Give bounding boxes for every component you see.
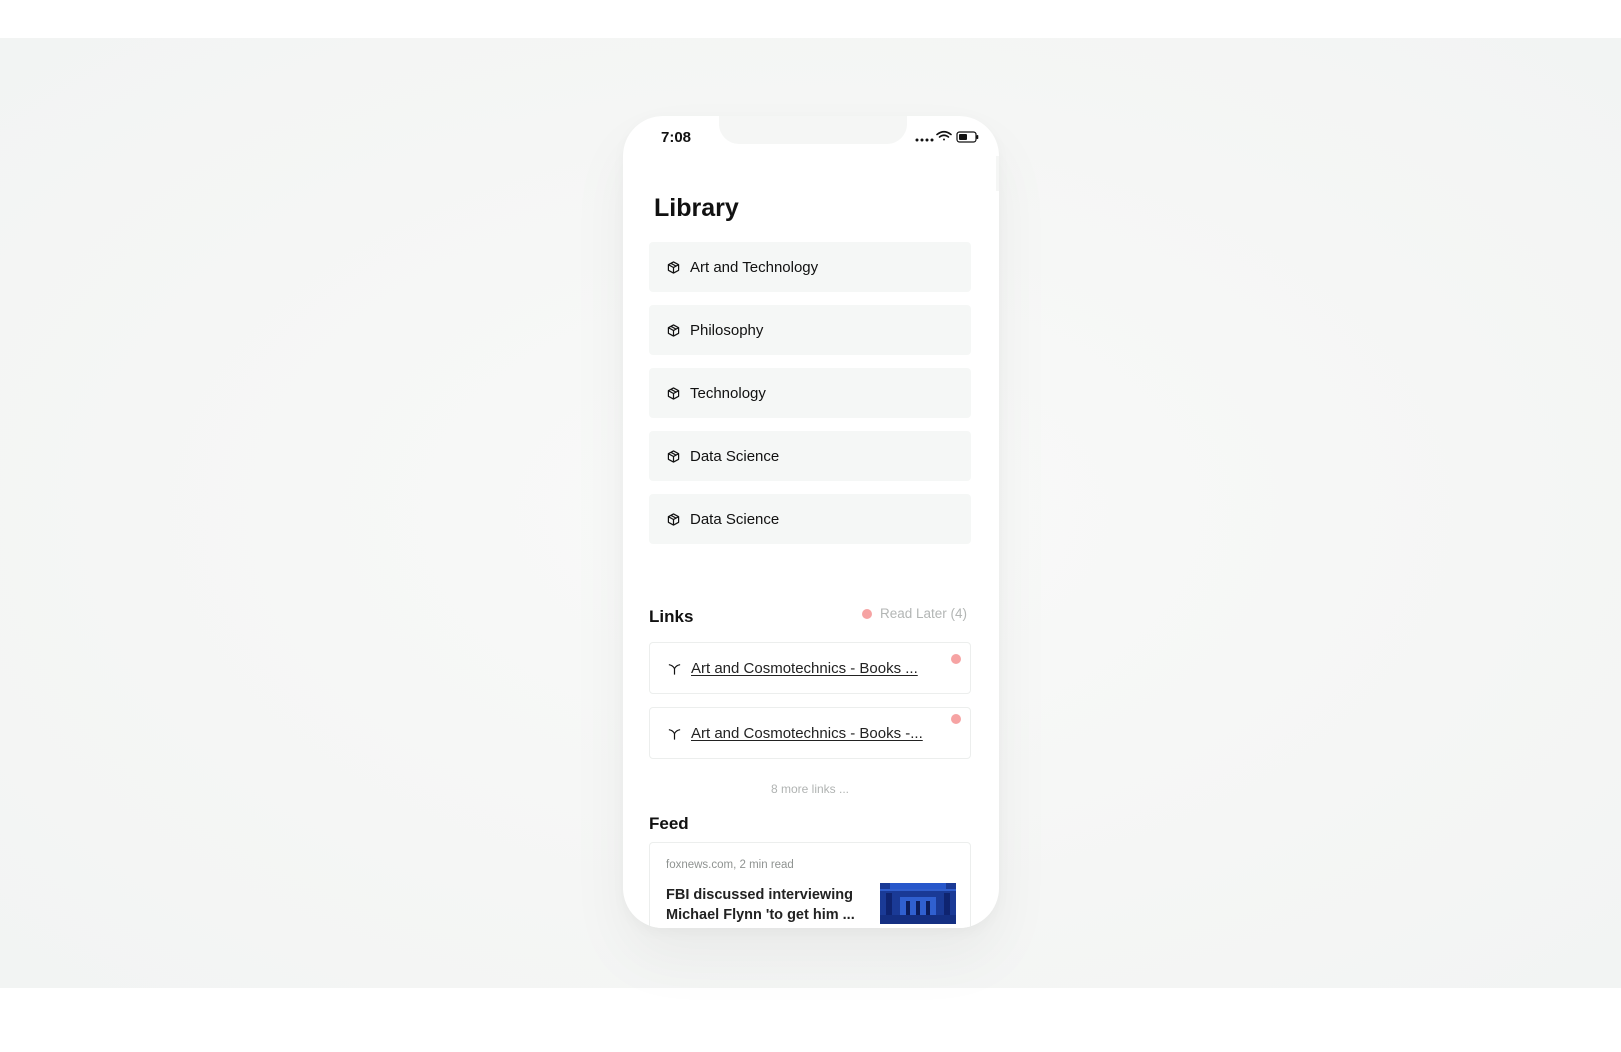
- cube-icon: [667, 260, 680, 274]
- library-item-data-science-2[interactable]: Data Science: [649, 494, 971, 544]
- wifi-icon: [936, 130, 952, 141]
- links-title: Links: [649, 607, 694, 626]
- cube-icon: [667, 449, 680, 463]
- feed-item[interactable]: foxnews.com, 2 min read FBI discussed in…: [649, 842, 971, 928]
- feed-title: Feed: [649, 814, 689, 833]
- feed-item-meta: foxnews.com, 2 min read: [666, 859, 794, 871]
- library-list: Art and Technology Philosophy Technology: [649, 242, 971, 557]
- phone-frame: 7:08 Library Art and Technology Philosop…: [623, 116, 999, 928]
- library-item-label: Philosophy: [690, 321, 764, 339]
- library-item-technology[interactable]: Technology: [649, 368, 971, 418]
- phone-side-edge: [996, 156, 999, 191]
- link-branch-icon: [668, 662, 681, 675]
- read-later-indicator: [951, 714, 961, 724]
- link-title[interactable]: Art and Cosmotechnics - Books -...: [691, 725, 923, 742]
- signal-icon: [915, 138, 934, 142]
- link-item[interactable]: Art and Cosmotechnics - Books -...: [649, 707, 971, 759]
- library-item-label: Data Science: [690, 447, 780, 465]
- phone-notch: [719, 116, 907, 144]
- library-item-label: Data Science: [690, 510, 780, 528]
- cube-icon: [667, 323, 680, 337]
- library-item-label: Art and Technology: [690, 258, 819, 276]
- cube-icon: [667, 512, 680, 526]
- battery-icon: [956, 131, 979, 143]
- read-later-label: Read Later (4): [879, 606, 967, 621]
- cube-icon: [667, 386, 680, 400]
- link-title[interactable]: Art and Cosmotechnics - Books ...: [691, 660, 918, 677]
- link-item[interactable]: Art and Cosmotechnics - Books ...: [649, 642, 971, 694]
- read-later-filter[interactable]: Read Later (4): [861, 606, 967, 621]
- library-item-label: Technology: [690, 384, 766, 402]
- status-time: 7:08: [661, 129, 692, 146]
- more-links-button[interactable]: 8 more links ...: [649, 782, 971, 796]
- status-icons: [915, 129, 979, 143]
- feed-item-thumbnail: [880, 883, 956, 924]
- links-header: Links Read Later (4): [649, 604, 971, 628]
- library-item-philosophy[interactable]: Philosophy: [649, 305, 971, 355]
- library-item-art-and-technology[interactable]: Art and Technology: [649, 242, 971, 292]
- library-item-data-science[interactable]: Data Science: [649, 431, 971, 481]
- read-later-indicator: [951, 654, 961, 664]
- read-later-dot: [861, 608, 872, 619]
- library-title: Library: [654, 194, 739, 222]
- link-branch-icon: [668, 727, 681, 740]
- feed-item-headline[interactable]: FBI discussed interviewing Michael Flynn…: [666, 885, 866, 925]
